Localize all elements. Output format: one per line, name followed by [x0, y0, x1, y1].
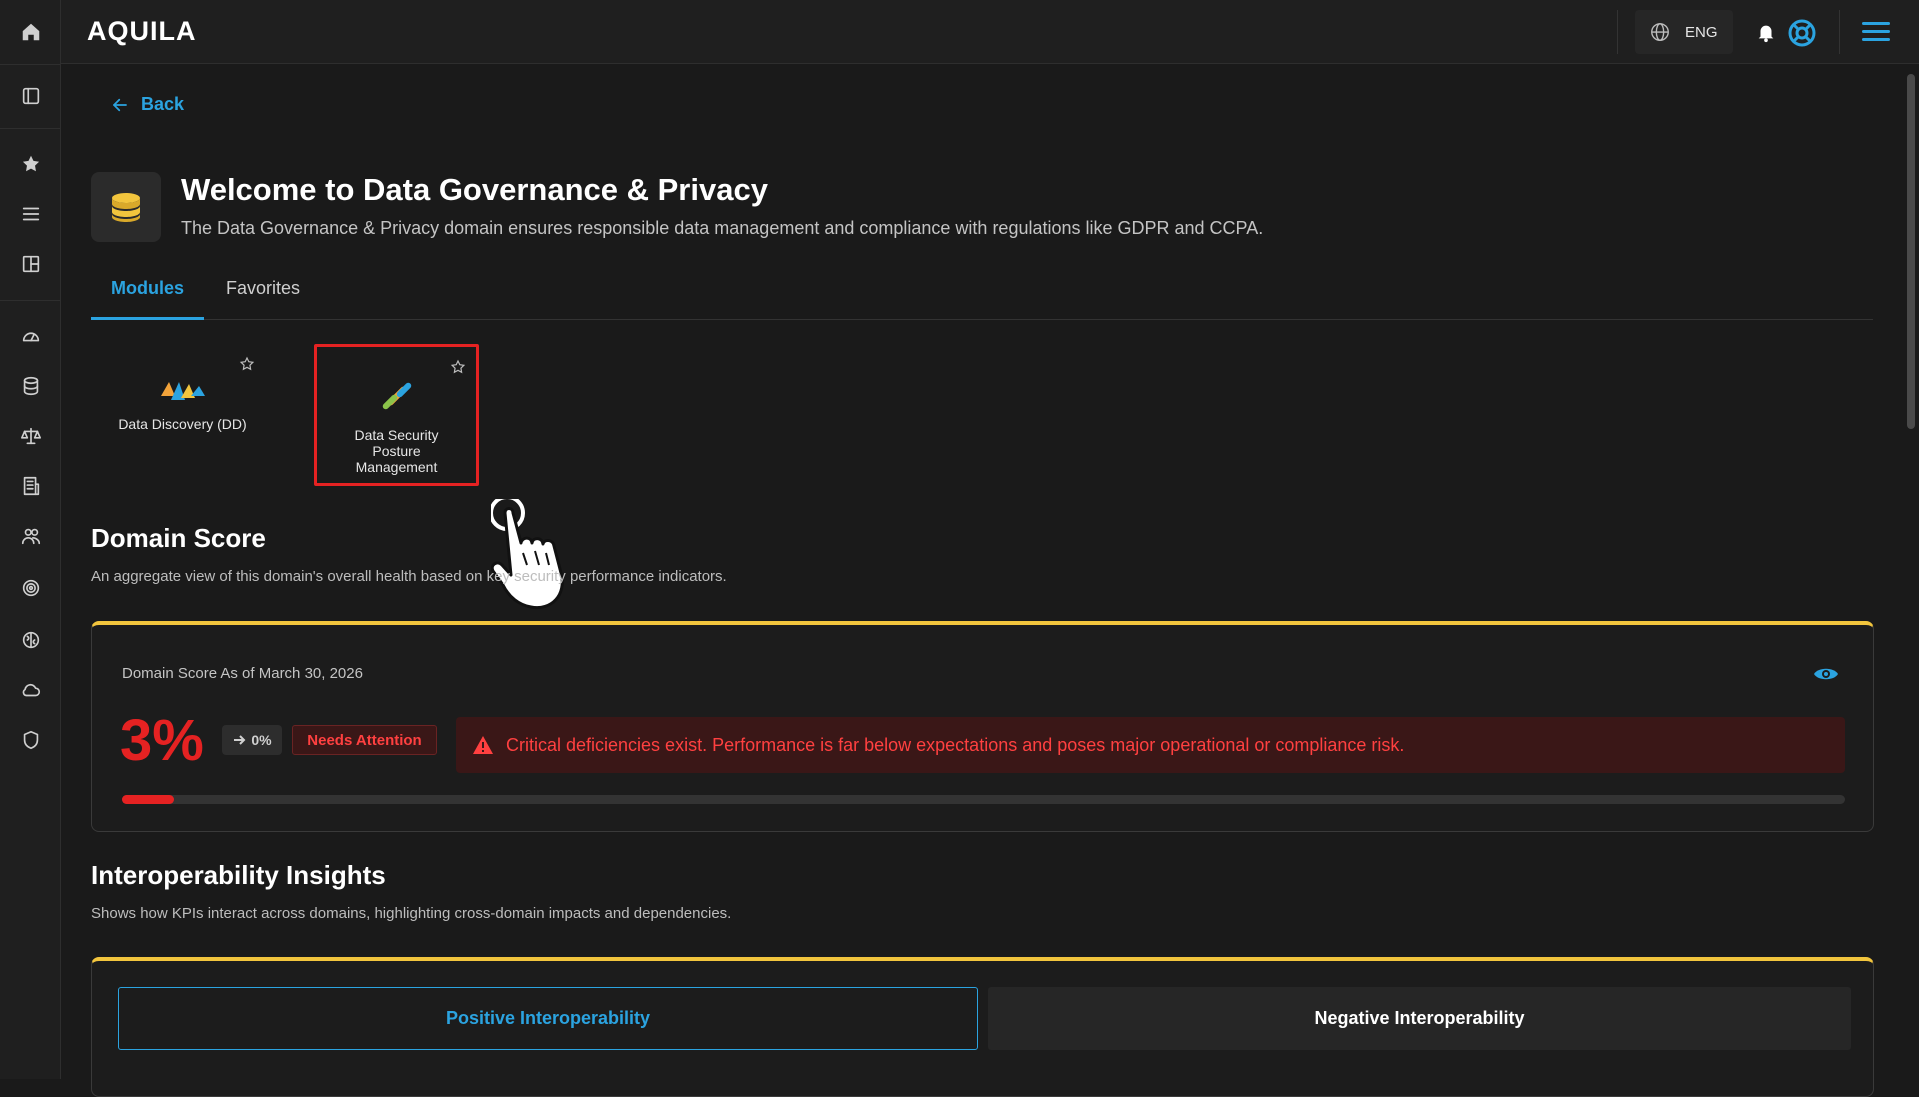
score-progress-fill [122, 795, 174, 804]
sidebar-divider [0, 300, 61, 301]
interoperability-description: Shows how KPIs interact across domains, … [91, 905, 732, 922]
tab-favorites[interactable]: Favorites [206, 278, 320, 320]
top-divider [1617, 10, 1618, 54]
back-label: Back [141, 94, 185, 114]
favorite-star-icon[interactable] [450, 359, 466, 375]
help-icon[interactable] [1788, 19, 1816, 47]
module-card-dspm[interactable]: Data Security Posture Management [314, 344, 479, 486]
tab-modules[interactable]: Modules [91, 278, 205, 320]
globe-icon [1651, 23, 1669, 41]
layout-icon[interactable] [0, 244, 61, 284]
hamburger-menu-icon[interactable] [1862, 22, 1890, 42]
page-subtitle: The Data Governance & Privacy domain ens… [181, 218, 1264, 238]
module-label-line-2: Posture [372, 443, 421, 459]
data-discovery-icon [160, 382, 205, 400]
star-icon[interactable] [0, 144, 61, 184]
arrow-right-icon [234, 735, 246, 745]
pointer-hand-icon [491, 499, 564, 610]
users-icon[interactable] [0, 516, 61, 556]
database-icon[interactable] [0, 366, 61, 406]
score-value: 3% [120, 708, 204, 773]
panel-icon[interactable] [0, 76, 61, 116]
domain-database-icon [91, 172, 161, 242]
brain-icon[interactable] [0, 620, 61, 660]
scrollbar-thumb[interactable] [1907, 74, 1915, 429]
scale-icon[interactable] [0, 416, 61, 456]
scrollbar[interactable] [1903, 64, 1919, 1079]
sidebar-divider [0, 64, 61, 65]
building-icon[interactable] [0, 466, 61, 506]
interoperability-card: Positive Interoperability Negative Inter… [91, 957, 1874, 1097]
home-icon[interactable] [0, 12, 61, 52]
negative-interoperability-tab[interactable]: Negative Interoperability [988, 987, 1851, 1050]
gauge-icon[interactable] [0, 316, 61, 356]
arrow-left-icon [113, 98, 127, 111]
domain-score-title: Domain Score [91, 523, 266, 553]
tab-bar: Modules Favorites [91, 278, 1873, 320]
top-divider [1839, 10, 1840, 54]
alert-text: Critical deficiencies exist. Performance… [506, 734, 1405, 755]
favorite-star-icon[interactable] [239, 356, 255, 372]
back-link[interactable]: Back [111, 94, 184, 115]
positive-interoperability-tab[interactable]: Positive Interoperability [118, 987, 978, 1050]
score-progress-track [122, 795, 1845, 804]
language-label: ENG [1685, 23, 1718, 41]
sidebar [0, 0, 61, 1079]
language-selector[interactable]: ENG [1635, 10, 1733, 54]
module-label-line-1: Data Security [354, 427, 439, 443]
dspm-icon [382, 382, 411, 410]
module-label-line-3: Management [355, 459, 438, 475]
warning-icon [473, 736, 493, 754]
status-badge: Needs Attention [292, 725, 437, 755]
domain-score-description: An aggregate view of this domain's overa… [91, 568, 727, 585]
menu-icon[interactable] [0, 194, 61, 234]
delta-value: 0% [251, 732, 272, 748]
domain-score-card: Domain Score As of March 30, 2026 3% 0% … [91, 621, 1874, 832]
app-logo[interactable]: AQUILA [87, 16, 197, 47]
interoperability-title: Interoperability Insights [91, 860, 386, 890]
score-date: Domain Score As of March 30, 2026 [122, 665, 363, 682]
target-icon[interactable] [0, 568, 61, 608]
module-label: Data Discovery (DD) [118, 416, 247, 432]
eye-icon[interactable] [1813, 665, 1839, 683]
sidebar-divider [0, 128, 61, 129]
module-card-data-discovery[interactable]: Data Discovery (DD) [100, 344, 265, 486]
critical-alert: Critical deficiencies exist. Performance… [456, 717, 1845, 773]
score-delta: 0% [222, 725, 282, 755]
top-bar: AQUILA ENG [61, 0, 1919, 64]
main-content: Back Welcome to Data Governance & Privac… [61, 64, 1903, 1097]
cloud-icon[interactable] [0, 670, 61, 710]
shield-icon[interactable] [0, 720, 61, 760]
bell-icon[interactable] [1755, 20, 1777, 44]
page-title: Welcome to Data Governance & Privacy [181, 172, 768, 207]
